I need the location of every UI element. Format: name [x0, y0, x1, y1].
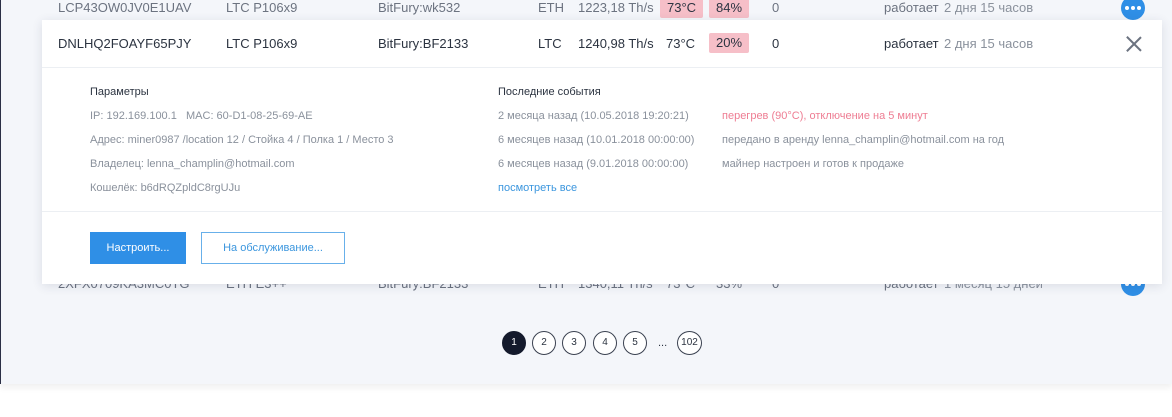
pagination-ellipsis: ...: [658, 337, 668, 349]
miner-details: Параметры IP: 192.169.100.1 MAC: 60-D1-0…: [42, 68, 1162, 212]
maintenance-button[interactable]: На обслуживание...: [201, 232, 345, 264]
configure-button[interactable]: Настроить...: [90, 232, 186, 264]
expanded-miner-card: DNLHQ2FOAYF65PJY LTC P106x9 BitFury:BF21…: [42, 20, 1162, 284]
miner-errors: 0: [772, 36, 780, 51]
param-address: Адрес: miner0987 /location 12 / Стойка 4…: [90, 134, 394, 146]
event-text: передано в аренду lenna_champlin@hotmail…: [722, 134, 1005, 146]
events-heading: Последние события: [498, 86, 601, 98]
event-text: перегрев (90°C), отключение на 5 минут: [722, 110, 928, 122]
page-button[interactable]: 2: [532, 331, 556, 355]
more-dots-icon[interactable]: [1121, 0, 1145, 20]
miner-pool: BitFury:BF2133: [378, 36, 469, 51]
close-icon[interactable]: [1126, 36, 1142, 52]
miner-status: работает: [884, 36, 939, 51]
view-all-events-link[interactable]: посмотреть все: [498, 182, 577, 194]
miner-temp: 73°C: [666, 36, 696, 51]
page-button[interactable]: 3: [562, 331, 586, 355]
param-ip: IP: 192.169.100.1: [90, 110, 177, 122]
miner-hashrate: 1240,98 Th/s: [578, 36, 654, 51]
miner-uptime: 2 дня 15 часов: [944, 36, 1034, 51]
event-time: 6 месяцев назад (10.01.2018 00:00:00): [498, 134, 695, 146]
miner-temp-badge: 73°C: [660, 0, 704, 18]
event-text: майнер настроен и готов к продаже: [722, 158, 905, 170]
card-actions: Настроить... На обслуживание...: [42, 212, 1162, 284]
miner-coin: LTC: [538, 36, 562, 51]
param-mac: MAC: 60-D1-08-25-69-AE: [186, 110, 313, 122]
page-button[interactable]: 5: [623, 331, 647, 355]
params-heading: Параметры: [90, 86, 149, 98]
page-button-last[interactable]: 102: [677, 331, 702, 355]
page-button[interactable]: 4: [593, 331, 617, 355]
miner-model: LTC P106x9: [226, 36, 298, 51]
page-button[interactable]: 1: [502, 331, 526, 355]
param-owner: Владелец: lenna_champlin@hotmail.com: [90, 158, 295, 170]
miner-load-badge: 20%: [709, 33, 750, 53]
event-time: 2 месяца назад (10.05.2018 19:20:21): [498, 110, 689, 122]
miner-id: DNLHQ2FOAYF65PJY: [58, 36, 192, 51]
miner-load-badge: 84%: [709, 0, 750, 18]
expanded-row-header[interactable]: DNLHQ2FOAYF65PJY LTC P106x9 BitFury:BF21…: [42, 20, 1162, 68]
event-time: 6 месяцев назад (9.01.2018 00:00:00): [498, 158, 689, 170]
param-wallet: Кошелёк: b6dRQZpldC8rgUJu: [90, 182, 241, 194]
miner-list-panel: LCP43OW0JV0E1UAV LTC P106x9 BitFury:wk53…: [0, 0, 1172, 384]
